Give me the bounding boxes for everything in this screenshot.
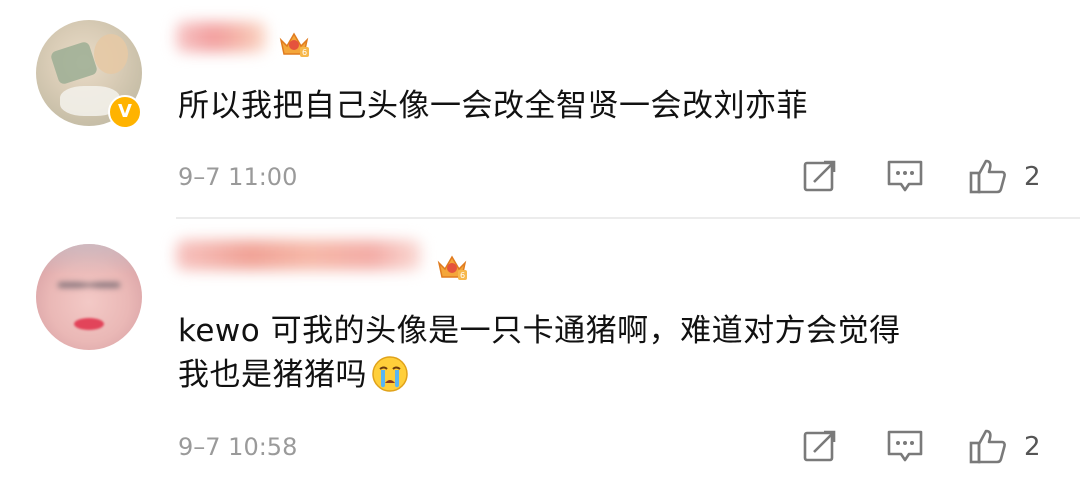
comment-item: V 6 所以我把自己头像一会改全智贤一会改刘亦菲 9–7 11:00 2 — [0, 0, 1080, 218]
comment-item: 6 kewo 可我的头像是一只卡通猪啊，难道对方会觉得 我也是猪猪吗 9–7 1… — [0, 219, 1080, 478]
comment-text-line: kewo 可我的头像是一只卡通猪啊，难道对方会觉得 — [178, 313, 901, 349]
comment-text-line-with-emoji: 我也是猪猪吗 — [178, 353, 901, 397]
vip-crown-icon: 6 — [437, 255, 467, 280]
vip-crown-icon: 6 — [279, 32, 309, 57]
comment-text-line: 所以我把自己头像一会改全智贤一会改刘亦菲 — [178, 88, 808, 124]
username-redacted[interactable] — [176, 22, 266, 52]
verified-badge-icon: V — [108, 95, 142, 129]
svg-text:6: 6 — [460, 271, 465, 280]
thumbs-up-icon[interactable] — [968, 426, 1008, 466]
svg-text:6: 6 — [302, 48, 307, 57]
crying-face-emoji — [372, 356, 408, 392]
username-redacted[interactable] — [176, 240, 421, 270]
comment-text: kewo 可我的头像是一只卡通猪啊，难道对方会觉得 我也是猪猪吗 — [178, 309, 901, 397]
comment-icon[interactable] — [885, 156, 925, 196]
comment-timestamp: 9–7 10:58 — [178, 433, 298, 461]
repost-icon[interactable] — [800, 156, 840, 196]
comment-text-line: 我也是猪猪吗 — [178, 357, 367, 393]
repost-icon[interactable] — [800, 426, 840, 466]
comment-timestamp: 9–7 11:00 — [178, 163, 298, 191]
comment-icon[interactable] — [885, 426, 925, 466]
thumbs-up-icon[interactable] — [968, 156, 1008, 196]
like-count: 2 — [1024, 432, 1041, 462]
comment-text: 所以我把自己头像一会改全智贤一会改刘亦菲 — [178, 84, 808, 128]
avatar[interactable] — [36, 244, 142, 350]
like-count: 2 — [1024, 162, 1041, 192]
